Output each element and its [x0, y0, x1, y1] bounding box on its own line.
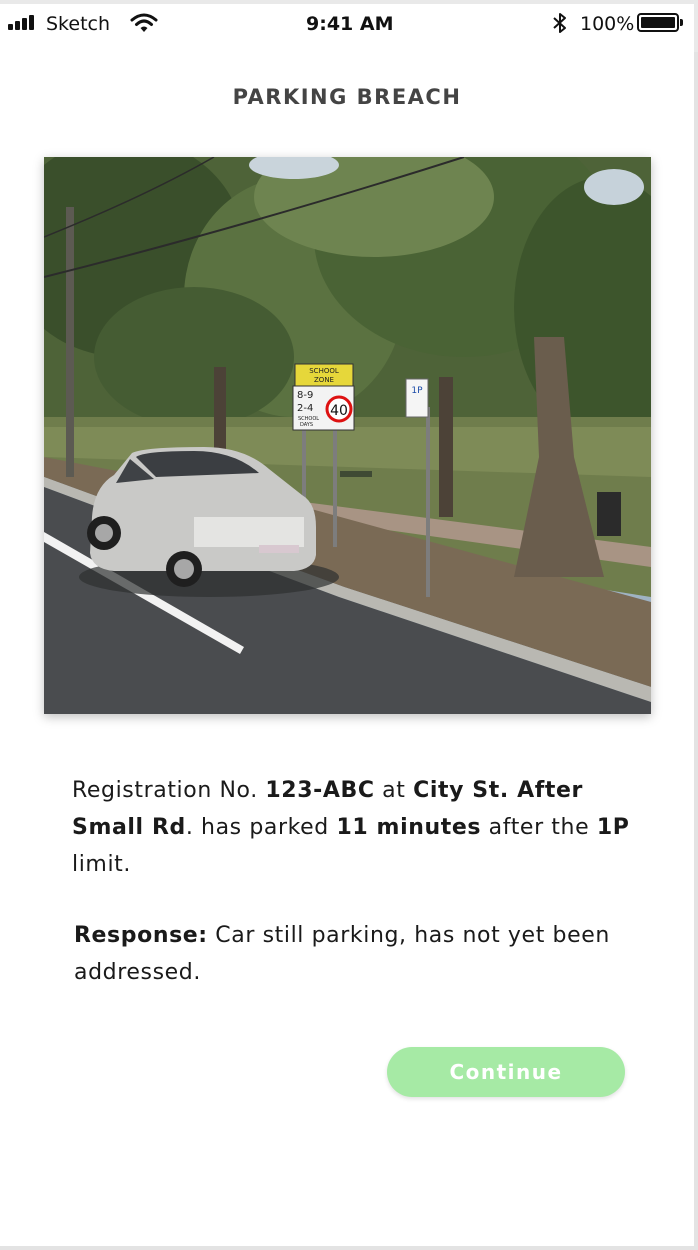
breach-at: at — [374, 778, 414, 803]
sign-zone-line2: ZONE — [314, 376, 334, 384]
response-description: Response: Car still parking, has not yet… — [74, 917, 634, 991]
breach-prefix: Registration No. — [72, 778, 266, 803]
battery-tip — [680, 19, 683, 26]
breach-suffix: limit. — [72, 852, 131, 877]
status-time: 9:41 AM — [306, 13, 394, 35]
sign-parking: 1P — [411, 386, 423, 396]
registration-number: 123-ABC — [265, 778, 375, 803]
signal-bars-icon — [8, 14, 42, 30]
status-bar: Sketch 9:41 AM 100% — [0, 4, 694, 48]
breach-duration: 11 minutes — [336, 815, 482, 840]
street-scene-image: SCHOOL ZONE 8-9 2-4 SCHOOL DAYS 40 1P — [44, 157, 651, 714]
sign-days-line2: DAYS — [300, 422, 313, 428]
response-label: Response: — [74, 923, 208, 948]
sign-hours-1: 8-9 — [297, 390, 313, 401]
sign-hours-2: 2-4 — [297, 403, 313, 414]
continue-button[interactable]: Continue — [387, 1047, 625, 1097]
sign-zone-line1: SCHOOL — [309, 367, 339, 375]
breach-after: after the — [481, 815, 597, 840]
sign-speed: 40 — [330, 403, 348, 419]
breach-description: Registration No. 123-ABC at City St. Aft… — [72, 772, 632, 883]
phone-screen: Sketch 9:41 AM 100% PARKING BREACH SCHOO… — [0, 4, 694, 1246]
frame-edge-right — [694, 52, 698, 1250]
battery-percent: 100% — [580, 13, 635, 35]
frame-edge-bottom — [0, 1246, 698, 1250]
carrier-name: Sketch — [46, 13, 111, 35]
breach-parked: . has parked — [185, 815, 337, 840]
bluetooth-icon — [553, 13, 566, 33]
battery-icon — [637, 13, 679, 32]
breach-photo: SCHOOL ZONE 8-9 2-4 SCHOOL DAYS 40 1P — [44, 157, 651, 714]
page-title: PARKING BREACH — [232, 85, 462, 109]
breach-limit: 1P — [596, 815, 630, 840]
wifi-icon — [130, 13, 158, 32]
